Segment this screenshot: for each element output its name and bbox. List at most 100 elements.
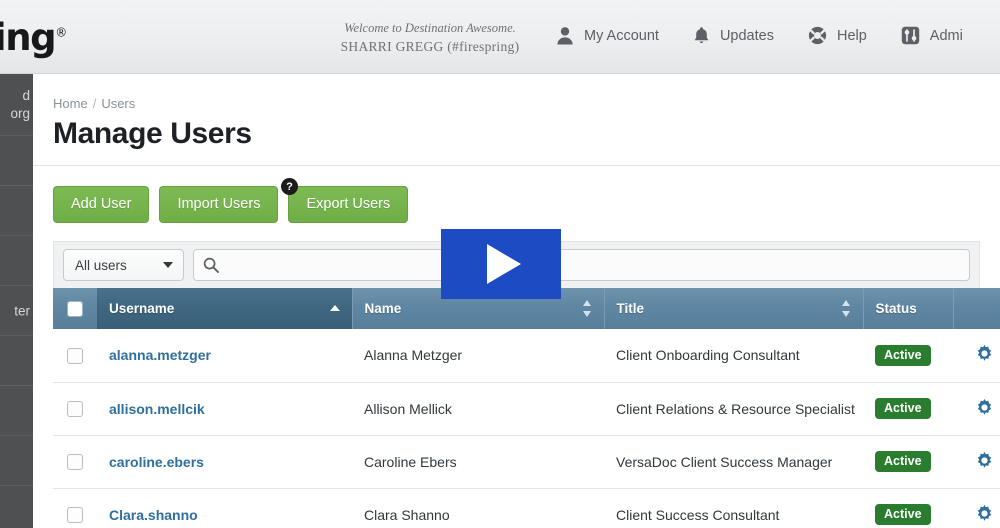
cell-username: allison.mellcik (97, 382, 352, 436)
breadcrumb-home[interactable]: Home (53, 96, 88, 111)
status-badge: Active (875, 450, 931, 473)
play-icon (487, 244, 521, 284)
select-all-checkbox[interactable] (67, 300, 83, 317)
sidebar-item-7[interactable] (0, 436, 33, 486)
gear-icon[interactable] (975, 451, 994, 473)
search-input[interactable] (193, 249, 970, 281)
cell-status: Active (863, 488, 953, 528)
nav-admin-label: Admi (929, 27, 963, 44)
table-row[interactable]: Clara.shanno Clara Shanno Client Success… (53, 488, 1000, 528)
welcome-block: Welcome to Destination Awesome. SHARRI G… (330, 20, 530, 56)
breadcrumb-separator: / (92, 96, 97, 111)
cell-username: Clara.shanno (97, 488, 352, 528)
row-select-cell[interactable] (53, 435, 97, 489)
users-table-container: Username Name Title Status alanna.metzge… (53, 288, 1000, 528)
sidebar-item-0[interactable]: d org (0, 74, 33, 136)
nav-updates-label: Updates (719, 27, 774, 44)
app-root: pring® Welcome to Destination Awesome. S… (0, 0, 1000, 528)
sort-toggle-icon (841, 300, 851, 317)
firespring-logo[interactable]: pring® (0, 16, 67, 59)
cell-username: alanna.metzger (97, 329, 352, 383)
row-checkbox[interactable] (67, 401, 83, 418)
breadcrumb: Home / Users (53, 96, 1000, 111)
cell-name: Clara Shanno (352, 488, 604, 528)
cell-title: Client Onboarding Consultant (604, 329, 863, 383)
sidebar-item-0-label: d org (10, 86, 30, 122)
cell-title: VersaDoc Client Success Manager (604, 435, 863, 489)
nav-my-account-label: My Account (584, 27, 659, 44)
row-select-cell[interactable] (53, 329, 97, 383)
gear-icon[interactable] (975, 398, 994, 420)
welcome-message: Welcome to Destination Awesome. (344, 21, 516, 35)
username-link[interactable]: allison.mellcik (109, 401, 205, 417)
row-select-cell[interactable] (53, 488, 97, 528)
status-badge: Active (875, 397, 931, 420)
cell-username: caroline.ebers (97, 435, 352, 489)
column-header-title[interactable]: Title (604, 288, 864, 329)
nav-admin[interactable]: Admi (901, 26, 963, 45)
page-title: Manage Users (53, 117, 252, 150)
video-play-overlay[interactable] (441, 229, 561, 299)
column-header-username[interactable]: Username (97, 288, 353, 329)
cell-status: Active (863, 382, 953, 436)
nav-updates[interactable]: Updates (693, 26, 774, 45)
row-checkbox[interactable] (67, 347, 83, 364)
left-sidebar: d org ter (0, 74, 33, 528)
sidebar-item-0-line2: org (10, 105, 30, 121)
sidebar-item-1[interactable] (0, 136, 33, 186)
cell-name: Alanna Metzger (352, 329, 604, 383)
sidebar-item-4[interactable]: ter (0, 286, 33, 336)
sort-toggle-icon (582, 300, 592, 317)
nav-help[interactable]: Help (808, 26, 867, 45)
help-badge-icon[interactable]: ? (281, 178, 298, 195)
column-header-username-label: Username (109, 301, 175, 316)
gear-icon[interactable] (975, 344, 994, 366)
nav-my-account[interactable]: My Account (556, 26, 659, 45)
cell-status: Active (863, 329, 953, 383)
top-header-bar: pring® Welcome to Destination Awesome. S… (0, 0, 1000, 74)
column-header-status-label: Status (875, 301, 917, 316)
table-row[interactable]: caroline.ebers Caroline Ebers VersaDoc C… (53, 435, 1000, 489)
sidebar-item-3[interactable] (0, 236, 33, 286)
cell-actions (953, 488, 1000, 528)
brand-text: pring (0, 16, 57, 59)
cell-status: Active (863, 435, 953, 489)
status-badge: Active (875, 344, 931, 366)
user-icon (556, 26, 574, 45)
gear-icon[interactable] (975, 504, 994, 526)
registered-mark: ® (55, 25, 68, 40)
import-users-button[interactable]: Import Users (159, 186, 279, 223)
user-filter-select-wrap: All users (63, 249, 184, 281)
sidebar-item-0-line1: d (22, 87, 30, 103)
row-checkbox[interactable] (67, 507, 83, 524)
admin-sliders-icon (901, 26, 920, 45)
user-filter-select[interactable]: All users (63, 249, 184, 281)
action-toolbar: Add User Import Users Export Users ? (33, 166, 1000, 223)
main-content: Home / Users Manage Users Add User Import … (33, 74, 1000, 528)
row-checkbox[interactable] (67, 454, 83, 471)
breadcrumb-users[interactable]: Users (101, 96, 135, 111)
cell-name: Caroline Ebers (352, 435, 604, 489)
sidebar-item-5[interactable] (0, 336, 33, 386)
column-header-name-label: Name (364, 301, 402, 316)
sidebar-item-6[interactable] (0, 386, 33, 436)
username-link[interactable]: Clara.shanno (109, 507, 198, 523)
table-row[interactable]: allison.mellcik Allison Mellick Client R… (53, 382, 1000, 436)
add-user-button[interactable]: Add User (53, 186, 150, 223)
table-row[interactable]: alanna.metzger Alanna Metzger Client Onb… (53, 329, 1000, 383)
username-link[interactable]: alanna.metzger (109, 347, 211, 363)
sidebar-item-2[interactable] (0, 186, 33, 236)
search-wrap (193, 249, 970, 281)
cell-title: Client Relations & Resource Specialist (604, 382, 863, 436)
select-all-header[interactable] (53, 288, 97, 329)
life-ring-icon (808, 26, 827, 45)
export-users-button[interactable]: Export Users (288, 186, 409, 223)
sidebar-item-4-label: ter (14, 303, 30, 318)
cell-title: Client Success Consultant (604, 488, 863, 528)
column-header-title-label: Title (616, 301, 645, 316)
column-header-status[interactable]: Status (863, 288, 954, 329)
username-link[interactable]: caroline.ebers (109, 454, 204, 470)
cell-actions (953, 382, 1000, 436)
nav-help-label: Help (836, 27, 867, 44)
row-select-cell[interactable] (53, 382, 97, 436)
